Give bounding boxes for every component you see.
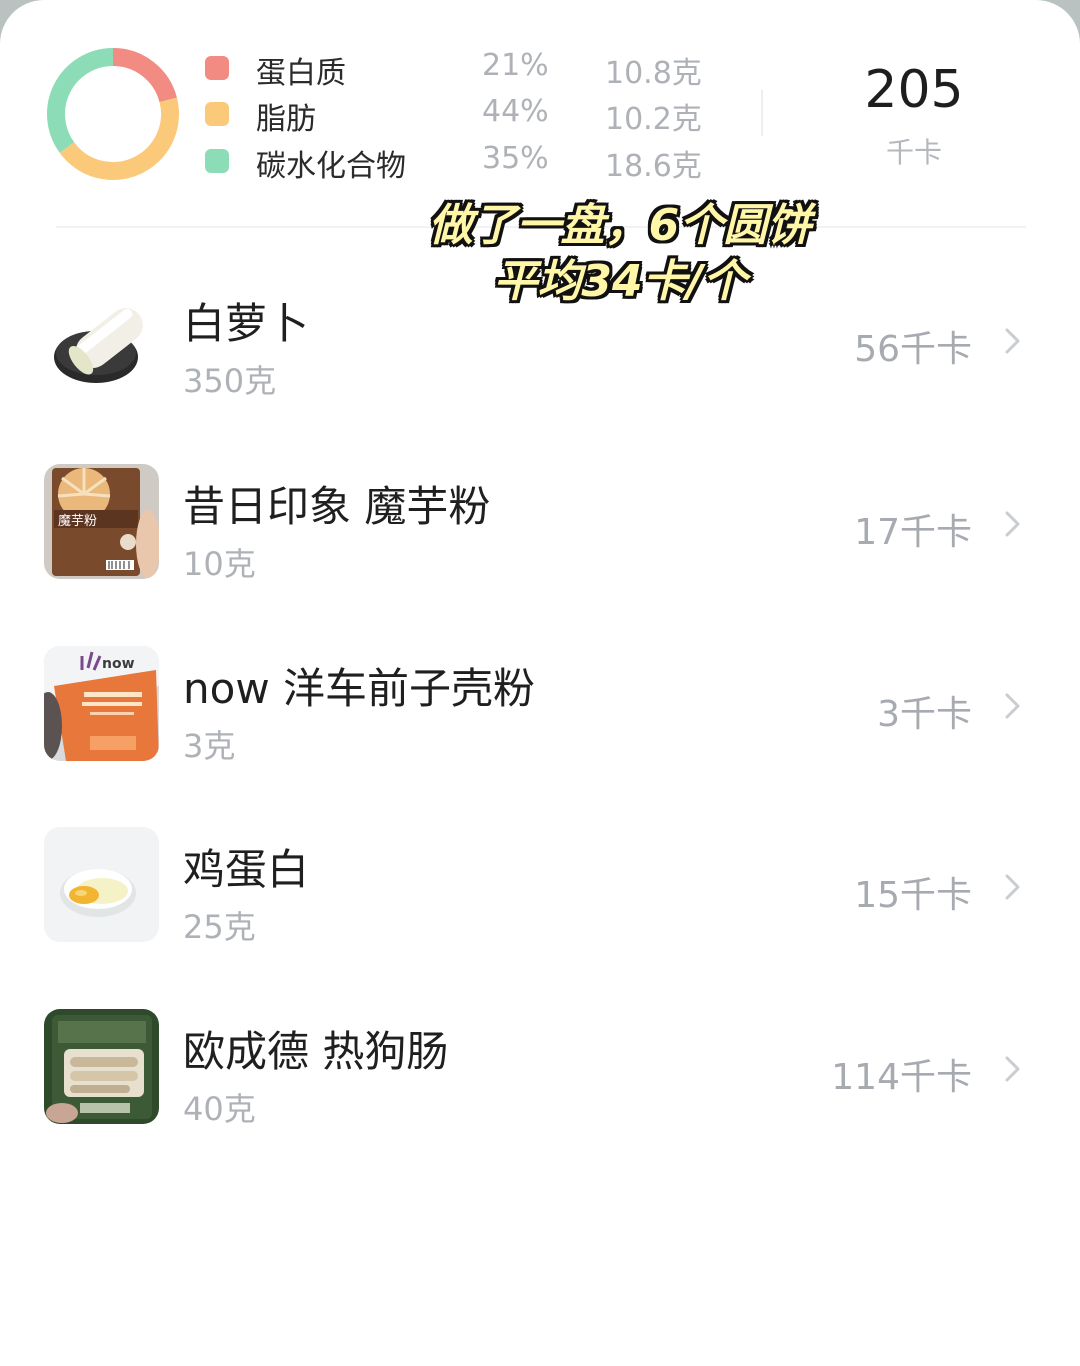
macro-weight: 10.8克 [605,56,702,91]
psyllium-husk-package-photo: now [44,646,159,761]
chevron-right-icon [1005,1056,1020,1082]
food-name: now 洋车前子壳粉 [183,664,536,713]
food-name: 鸡蛋白 [183,845,310,894]
food-kcal: 3千卡 [877,694,972,735]
konjac-powder-package-photo: 魔芋粉 [44,464,159,579]
summary-divider [761,90,763,136]
caption-overlay: 做了一盘，6个圆饼 平均34卡/个 [380,198,860,310]
food-item-hot-dog-sausage[interactable]: 欧成德 热狗肠 40克 114千卡 [0,992,1080,1142]
food-name: 欧成德 热狗肠 [183,1027,449,1076]
food-item-egg-white[interactable]: 鸡蛋白 25克 15千卡 [0,810,1080,960]
food-weight: 10克 [183,545,256,583]
caption-line-2: 平均34卡/个 [493,256,747,307]
psyllium-package-text: now [102,656,135,672]
food-weight: 40克 [183,1090,256,1128]
food-item-konjac-powder[interactable]: 魔芋粉 昔日印象 魔芋粉 10克 17千卡 [0,447,1080,597]
food-item-psyllium-husk[interactable]: now now 洋车前子壳粉 3克 3千卡 [0,629,1080,779]
chevron-right-icon [1005,693,1020,719]
food-kcal: 114千卡 [831,1057,972,1098]
caption-line-1: 做了一盘，6个圆饼 [428,200,812,251]
food-weight: 3克 [183,727,236,765]
food-weight: 350克 [183,362,277,400]
macro-percent: 21% [482,48,549,83]
macro-row-fat: 脂肪 44% 10.2克 [205,92,725,137]
white-radish-photo [44,281,159,396]
total-kcal-unit: 千卡 [885,136,942,169]
macro-donut-chart [47,48,179,180]
macro-weight: 10.2克 [605,102,702,137]
chevron-right-icon [1005,874,1020,900]
fat-arc [59,97,179,180]
hot-dog-sausage-package-photo [44,1009,159,1124]
food-kcal: 15千卡 [854,875,972,916]
macro-row-protein: 蛋白质 21% 10.8克 [205,46,725,91]
food-kcal: 56千卡 [854,329,972,370]
macro-percent: 44% [482,94,549,129]
macro-weight: 18.6克 [605,149,702,184]
chevron-right-icon [1005,511,1020,537]
chevron-right-icon [1005,328,1020,354]
fat-color-dot [205,102,229,126]
egg-white-photo [44,827,159,942]
food-name: 白萝卜 [183,299,310,348]
carbs-color-dot [205,149,229,173]
macro-row-carbs: 碳水化合物 35% 18.6克 [205,139,725,184]
macro-name: 蛋白质 [256,56,346,91]
carbs-arc [47,48,114,153]
macro-name: 脂肪 [256,102,316,137]
food-kcal: 17千卡 [854,512,972,553]
food-name: 昔日印象 魔芋粉 [183,482,491,531]
macro-percent: 35% [482,141,549,176]
diet-record-card: 蛋白质 21% 10.8克 脂肪 44% 10.2克 碳水化合物 35% 18.… [0,0,1080,1366]
konjac-package-text: 魔芋粉 [58,514,97,529]
protein-arc [112,48,177,103]
macro-name: 碳水化合物 [256,149,406,184]
protein-color-dot [205,56,229,80]
total-kcal-value: 205 [864,60,964,120]
food-weight: 25克 [183,908,256,946]
